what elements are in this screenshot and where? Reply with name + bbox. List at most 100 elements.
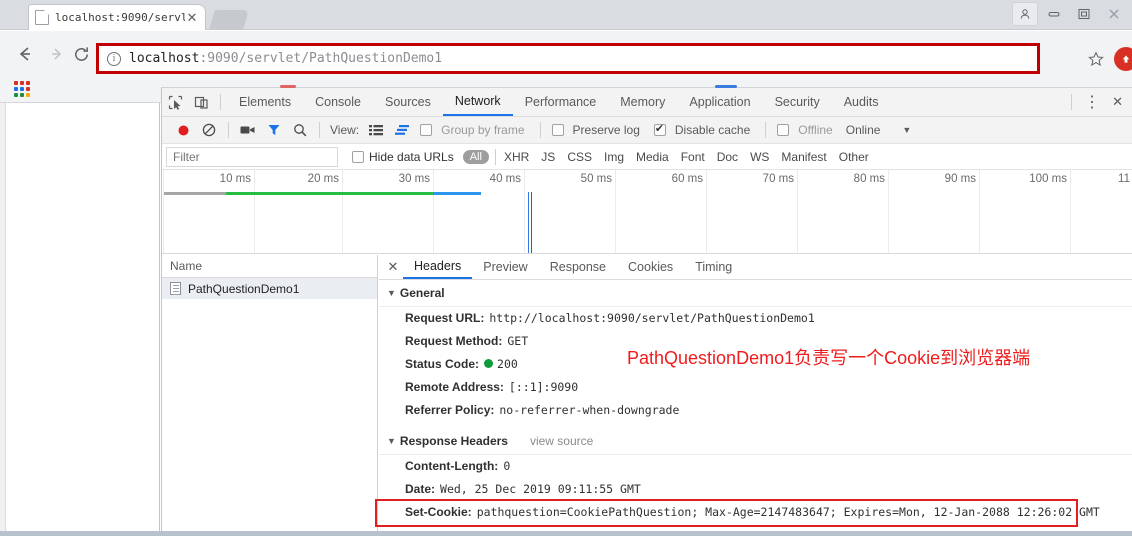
offline-checkbox[interactable]: Offline [777, 123, 836, 137]
header-row-date: Date: Wed, 25 Dec 2019 09:11:55 GMT [379, 478, 1132, 501]
detail-tab-response[interactable]: Response [539, 255, 617, 279]
devtools-tab-application[interactable]: Application [677, 88, 762, 116]
filter-type-all[interactable]: All [462, 149, 489, 164]
timeline-tick: 40 ms [490, 170, 525, 253]
inspect-element-icon[interactable] [162, 89, 188, 115]
throttling-value[interactable]: Online [846, 123, 881, 137]
detail-close-icon[interactable]: ✕ [383, 257, 403, 277]
document-icon [170, 282, 181, 295]
devtools-tab-memory[interactable]: Memory [608, 88, 677, 116]
record-button[interactable] [170, 117, 196, 143]
devtools-tab-audits[interactable]: Audits [832, 88, 891, 116]
requests-list-panel: Name PathQuestionDemo1 [162, 255, 378, 536]
new-tab-button[interactable] [209, 10, 249, 30]
table-row[interactable]: PathQuestionDemo1 [162, 278, 377, 299]
filter-type-doc[interactable]: Doc [711, 150, 744, 164]
forward-button[interactable] [44, 41, 70, 67]
list-view-icon[interactable] [363, 117, 389, 143]
timeline-tick: 50 ms [581, 170, 616, 253]
network-toolbar: View: Group by frame Preserve log ✔ Disa… [162, 117, 1132, 144]
devtools-tab-sources[interactable]: Sources [373, 88, 443, 116]
search-icon[interactable] [287, 117, 313, 143]
back-button[interactable] [12, 41, 38, 67]
hide-data-urls-label: Hide data URLs [369, 149, 454, 164]
dom-content-loaded-line [528, 192, 529, 253]
devtools-tab-elements[interactable]: Elements [227, 88, 303, 116]
timeline-tick: 90 ms [945, 170, 980, 253]
filter-type-css[interactable]: CSS [561, 150, 598, 164]
overview-bar-download [433, 192, 481, 195]
arrow-left-icon [19, 47, 30, 61]
checkbox-box [551, 124, 564, 136]
reload-button[interactable] [68, 41, 94, 67]
filter-type-other[interactable]: Other [833, 150, 875, 164]
apps-grid-icon[interactable] [12, 80, 32, 98]
minimize-icon [1048, 12, 1060, 17]
devtools-tab-performance[interactable]: Performance [513, 88, 609, 116]
apps-dot [20, 87, 24, 91]
toolbar-divider [765, 122, 767, 138]
detail-tab-timing[interactable]: Timing [684, 255, 743, 279]
hide-data-urls-checkbox[interactable]: Hide data URLs [352, 150, 454, 164]
page-viewport [0, 103, 160, 536]
bookmark-star-icon[interactable] [1085, 48, 1107, 70]
devtools-tab-security[interactable]: Security [763, 88, 832, 116]
devtools-more-icon[interactable]: ⋮ [1078, 92, 1106, 112]
devtools-tab-console[interactable]: Console [303, 88, 373, 116]
toolbar-divider [494, 148, 496, 165]
tab-close-icon[interactable]: ✕ [185, 11, 199, 25]
filter-type-img[interactable]: Img [598, 150, 630, 164]
apps-dot [14, 81, 18, 85]
response-headers-section-header[interactable]: ▼ Response Headers view source [379, 428, 1132, 455]
apps-dot [14, 87, 18, 91]
header-row-request-url: Request URL: http://localhost:9090/servl… [379, 307, 1132, 330]
header-value: 0 [503, 459, 511, 473]
close-button[interactable] [1100, 2, 1128, 26]
view-source-link[interactable]: view source [530, 434, 593, 448]
extension-icon[interactable] [1114, 47, 1132, 71]
network-filter-bar: Hide data URLs All XHR JS CSS Img Media … [162, 144, 1132, 170]
throttling-caret-icon[interactable]: ▼ [902, 125, 911, 135]
filter-type-manifest[interactable]: Manifest [775, 150, 832, 164]
address-bar[interactable]: i localhost:9090/servlet/PathQuestionDem… [96, 43, 1040, 74]
waterfall-view-icon[interactable] [389, 117, 415, 143]
checkbox-box [777, 124, 790, 136]
network-overview-timeline[interactable]: 10 ms 20 ms 30 ms 40 ms 50 ms 60 ms 70 m… [162, 170, 1132, 254]
requests-column-header[interactable]: Name [162, 255, 377, 278]
filter-type-js[interactable]: JS [535, 150, 561, 164]
tick-label: 90 ms [944, 173, 976, 185]
close-icon [1109, 9, 1119, 19]
maximize-button[interactable] [1070, 2, 1098, 26]
device-toolbar-icon[interactable] [188, 89, 214, 115]
detail-tab-cookies[interactable]: Cookies [617, 255, 684, 279]
checkbox-box [352, 150, 364, 163]
detail-tab-headers[interactable]: Headers [403, 255, 473, 279]
page-scrollbar[interactable] [0, 103, 6, 531]
minimize-button[interactable] [1040, 2, 1068, 26]
clear-button[interactable] [196, 117, 222, 143]
timeline-tick: 80 ms [854, 170, 889, 253]
profile-button[interactable] [1012, 2, 1038, 26]
filter-type-media[interactable]: Media [630, 150, 675, 164]
devtools-close-icon[interactable]: ✕ [1106, 94, 1132, 110]
detail-tab-preview[interactable]: Preview [472, 255, 538, 279]
preserve-log-checkbox[interactable]: Preserve log [551, 123, 644, 137]
filter-type-font[interactable]: Font [675, 150, 711, 164]
disable-cache-checkbox[interactable]: Disable cache [653, 122, 754, 137]
filter-type-ws[interactable]: WS [744, 150, 775, 164]
screenshot-camera-icon[interactable] [235, 117, 261, 143]
status-ok-dot-icon [484, 359, 494, 368]
site-info-icon[interactable]: i [107, 51, 121, 66]
group-by-frame-checkbox[interactable]: Group by frame [420, 123, 528, 137]
reload-icon [74, 46, 88, 61]
general-section-header[interactable]: ▼ General [379, 280, 1132, 307]
filter-funnel-icon[interactable] [261, 117, 287, 143]
view-label: View: [330, 123, 360, 137]
filter-input[interactable] [166, 146, 338, 167]
disable-cache-label: Disable cache [674, 123, 751, 137]
filter-type-xhr[interactable]: XHR [498, 150, 535, 164]
detail-tab-bar: ✕ Headers Preview Response Cookies Timin… [379, 255, 1132, 280]
browser-tab[interactable]: localhost:9090/servlet ✕ [28, 4, 206, 30]
devtools-tab-network[interactable]: Network [442, 88, 513, 116]
column-header-name: Name [170, 259, 203, 273]
